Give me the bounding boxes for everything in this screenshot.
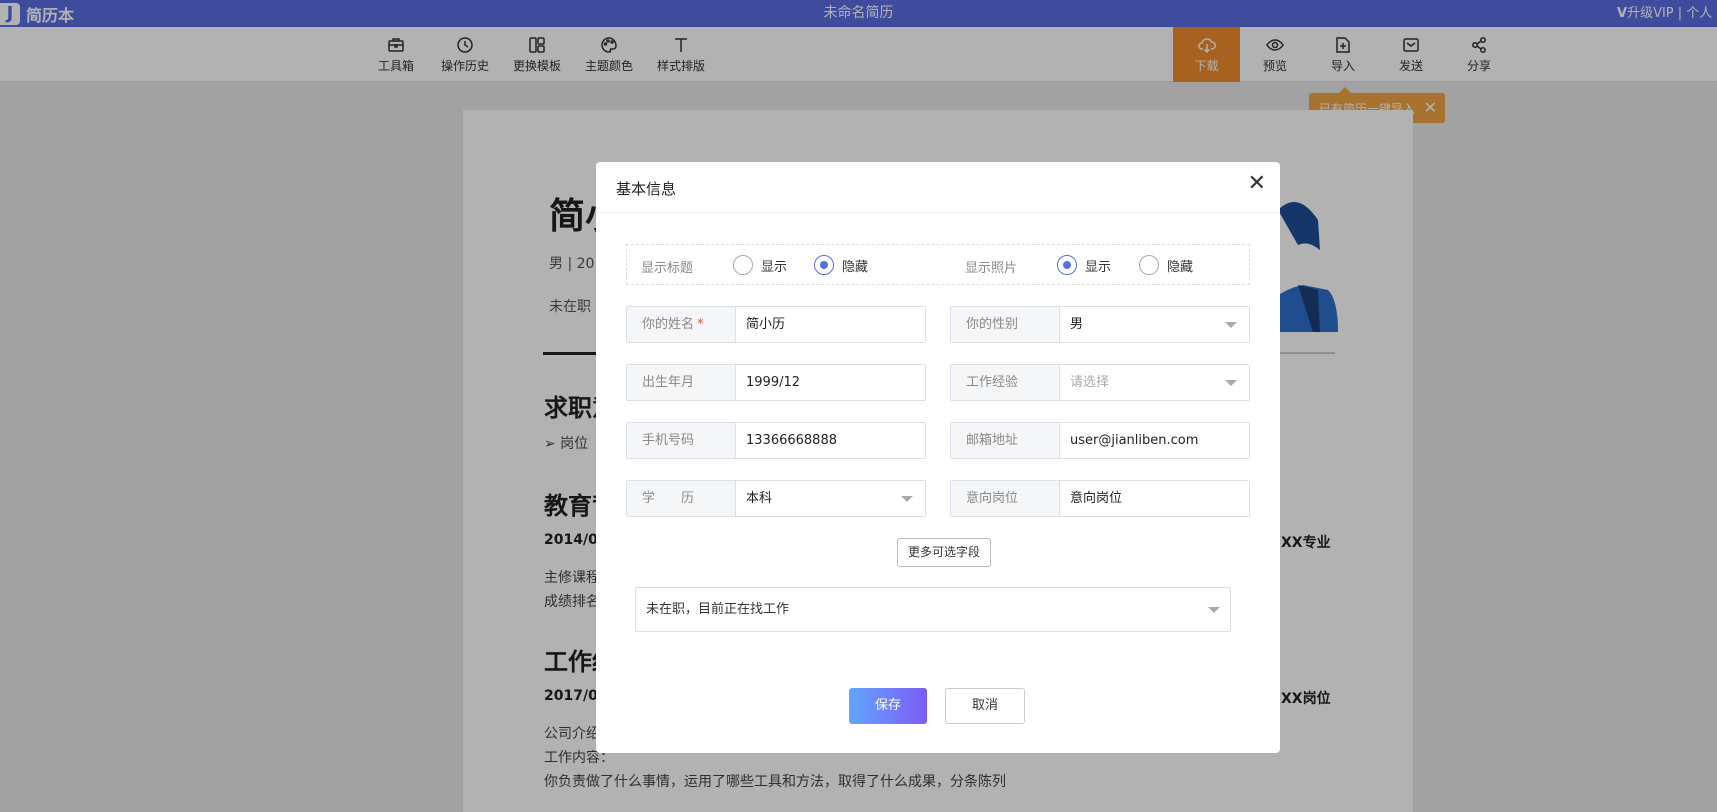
gender-label: 你的性别 [951,307,1060,342]
education-label: 学 历 [627,481,736,516]
close-icon[interactable]: ✕ [1248,172,1266,196]
basic-info-dialog: 基本信息 ✕ 显示标题 显示 隐藏 显示照片 显示 隐藏 你的姓名* 你的性别 … [596,162,1280,753]
more-fields-button[interactable]: 更多可选字段 [897,538,991,567]
education-field[interactable]: 学 历 本科 [626,480,926,517]
birth-field: 出生年月 [626,364,926,401]
gender-select[interactable]: 男 [1060,307,1249,342]
education-select[interactable]: 本科 [736,481,925,516]
email-input[interactable] [1060,423,1249,458]
position-field: 意向岗位 [950,480,1250,517]
radio-checked-icon [1057,255,1077,275]
radio-checked-icon [814,255,834,275]
radio-unchecked-icon [733,255,753,275]
cancel-button[interactable]: 取消 [945,688,1025,724]
dialog-title: 基本信息 [616,180,677,198]
name-field: 你的姓名 * [626,306,926,343]
gender-field[interactable]: 你的性别 男 [950,306,1250,343]
chevron-down-icon [1225,322,1237,328]
job-status-value: 未在职，目前正在找工作 [646,602,790,617]
experience-label: 工作经验 [951,365,1060,400]
experience-select[interactable]: 请选择 [1060,365,1249,400]
email-label: 邮箱地址 [951,423,1060,458]
show-title-hide-text: 隐藏 [842,259,869,275]
save-button[interactable]: 保存 [849,688,927,724]
chevron-down-icon [1225,380,1237,386]
show-title-label: 显示标题 [641,261,694,276]
required-mark: * [697,317,704,332]
experience-field[interactable]: 工作经验 请选择 [950,364,1250,401]
show-photo-show-radio[interactable]: 显示 [1057,255,1111,275]
show-title-show-radio[interactable]: 显示 [733,255,787,275]
radio-unchecked-icon [1139,255,1159,275]
phone-input[interactable] [736,423,925,458]
show-photo-hide-text: 隐藏 [1167,259,1194,275]
chevron-down-icon [1208,607,1220,613]
birth-label: 出生年月 [627,365,736,400]
show-photo-show-text: 显示 [1085,259,1112,275]
name-label: 你的姓名 * [627,307,736,342]
phone-label: 手机号码 [627,423,736,458]
name-input[interactable] [736,307,925,342]
chevron-down-icon [901,496,913,502]
phone-field: 手机号码 [626,422,926,459]
job-status-select[interactable]: 未在职，目前正在找工作 [635,587,1231,632]
email-field: 邮箱地址 [950,422,1250,459]
dialog-divider [596,212,1280,213]
show-photo-label: 显示照片 [965,261,1018,276]
show-title-hide-radio[interactable]: 隐藏 [814,255,868,275]
birth-input[interactable] [736,365,925,400]
position-label: 意向岗位 [951,481,1060,516]
display-options: 显示标题 显示 隐藏 显示照片 显示 隐藏 [626,244,1250,285]
show-photo-hide-radio[interactable]: 隐藏 [1139,255,1193,275]
show-title-show-text: 显示 [761,259,788,275]
position-input[interactable] [1060,481,1249,516]
